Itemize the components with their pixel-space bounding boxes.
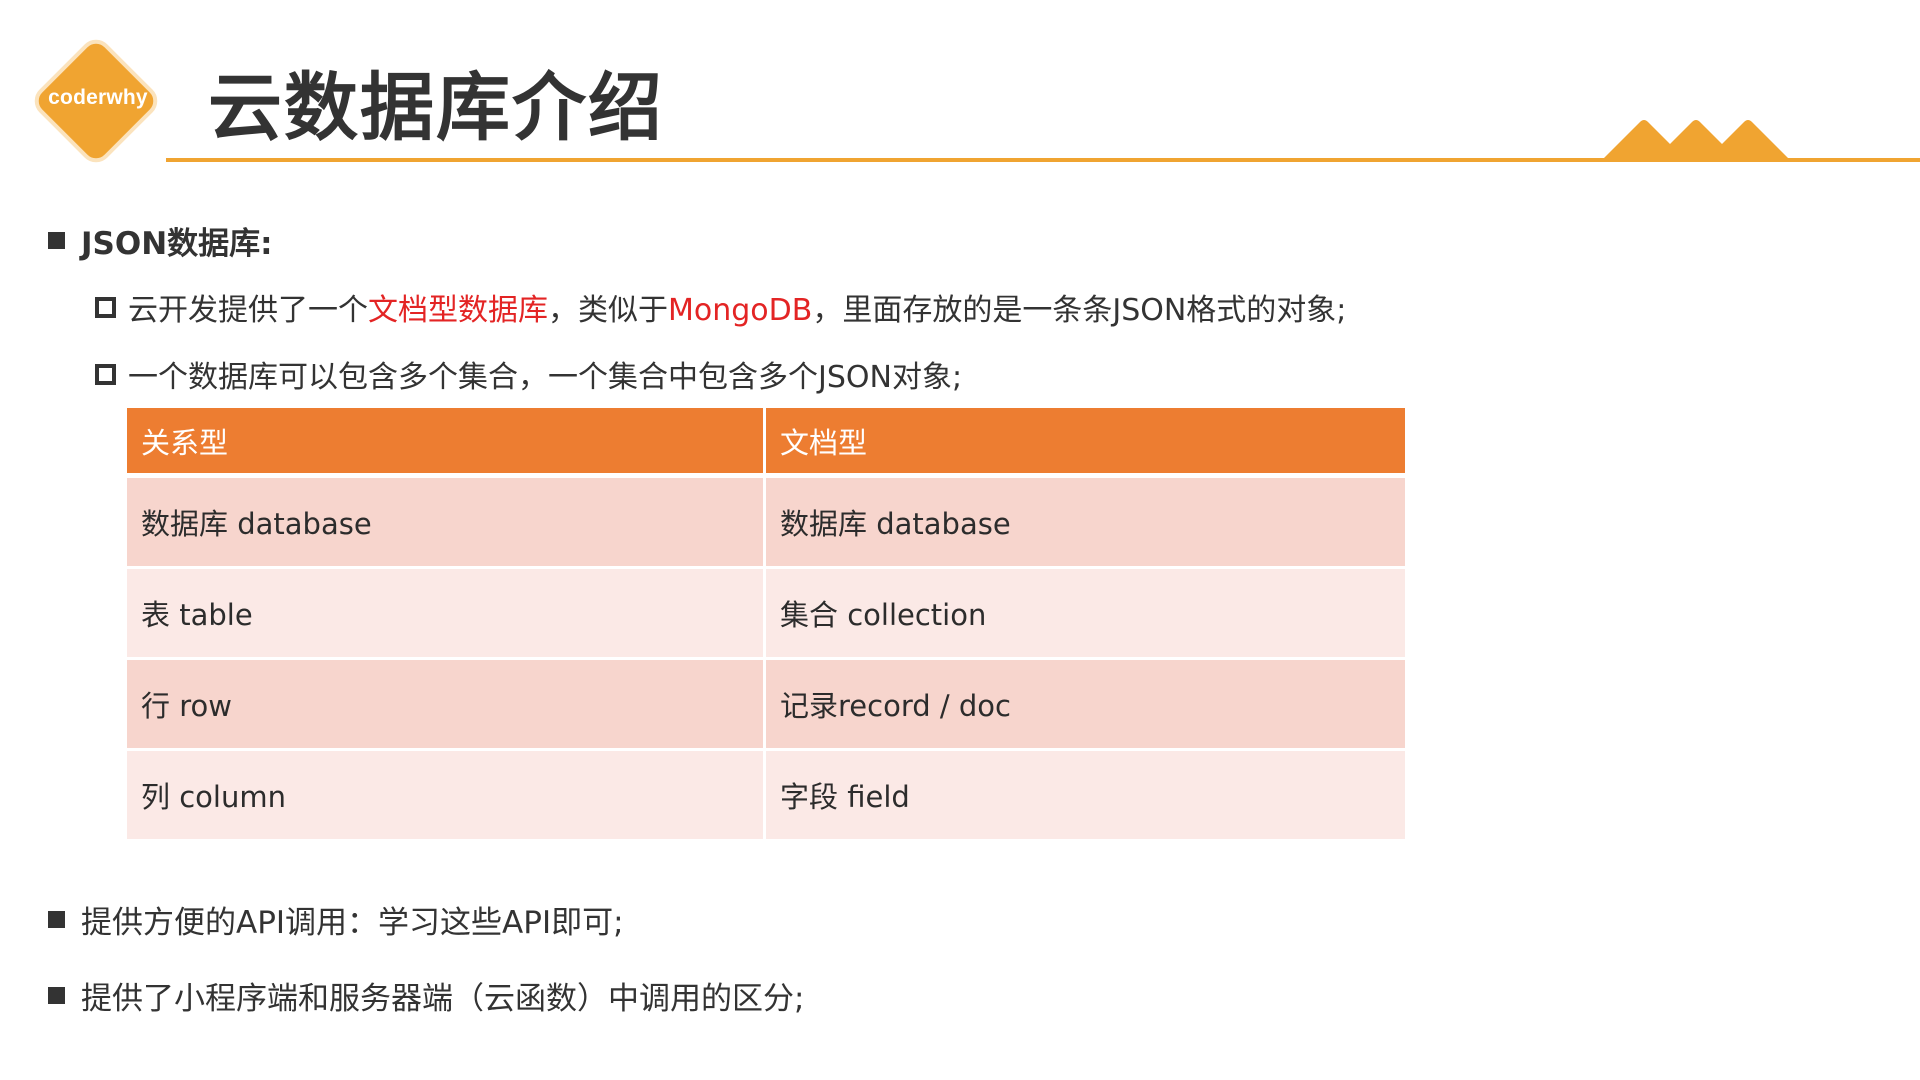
hollow-square-bullet-icon bbox=[95, 363, 116, 385]
comparison-table: 关系型 文档型 数据库 database 数据库 database 表 tabl… bbox=[127, 408, 1405, 842]
client-server-text: 提供了小程序端和服务器端（云函数）中调用的区分; bbox=[81, 981, 805, 1017]
sub-item-1-part2: ，类似于 bbox=[548, 293, 668, 328]
table-cell: 记录record / doc bbox=[766, 660, 1405, 751]
bullet-client-server: 提供了小程序端和服务器端（云函数）中调用的区分; bbox=[48, 973, 804, 1018]
highlight-mongodb: MongoDB bbox=[668, 293, 813, 328]
header-relational: 关系型 bbox=[127, 408, 766, 478]
table-row: 数据库 database 数据库 database bbox=[127, 478, 1405, 569]
api-calls-text: 提供方便的API调用：学习这些API即可; bbox=[81, 905, 624, 941]
table-header-row: 关系型 文档型 bbox=[127, 408, 1405, 478]
table-row: 列 column 字段 field bbox=[127, 751, 1405, 842]
sub-bullet-collections: 一个数据库可以包含多个集合，一个集合中包含多个JSON对象; bbox=[95, 352, 962, 396]
highlight-document-db: 文档型数据库 bbox=[368, 293, 548, 328]
table-cell: 列 column bbox=[127, 751, 766, 842]
table-cell: 表 table bbox=[127, 569, 766, 660]
header-document: 文档型 bbox=[766, 408, 1405, 478]
sub-item-1-part3: ，里面存放的是一条条JSON格式的对象; bbox=[812, 293, 1347, 328]
square-bullet-icon bbox=[48, 987, 65, 1004]
logo-text: coderwhy bbox=[48, 86, 148, 109]
page-title: 云数据库介绍 bbox=[208, 65, 664, 151]
coderwhy-logo: coderwhy bbox=[28, 33, 164, 169]
square-bullet-icon bbox=[48, 232, 65, 249]
table-row: 表 table 集合 collection bbox=[127, 569, 1405, 660]
table-cell: 集合 collection bbox=[766, 569, 1405, 660]
table-cell: 数据库 database bbox=[127, 478, 766, 569]
square-bullet-icon bbox=[48, 911, 65, 928]
table-cell: 字段 field bbox=[766, 751, 1405, 842]
bullet-api-calls: 提供方便的API调用：学习这些API即可; bbox=[48, 897, 624, 942]
table-cell: 行 row bbox=[127, 660, 766, 751]
table-cell: 数据库 database bbox=[766, 478, 1405, 569]
sub-item-1-part1: 云开发提供了一个 bbox=[128, 293, 368, 328]
json-database-heading: JSON数据库: bbox=[81, 226, 273, 262]
sub-item-1-text: 云开发提供了一个文档型数据库，类似于MongoDB，里面存放的是一条条JSON格… bbox=[128, 285, 1346, 329]
sub-bullet-document-db: 云开发提供了一个文档型数据库，类似于MongoDB，里面存放的是一条条JSON格… bbox=[95, 285, 1346, 329]
mountains-decoration bbox=[1600, 120, 1792, 162]
bullet-json-database: JSON数据库: bbox=[48, 218, 273, 263]
table-row: 行 row 记录record / doc bbox=[127, 660, 1405, 751]
sub-item-2-text: 一个数据库可以包含多个集合，一个集合中包含多个JSON对象; bbox=[128, 360, 963, 395]
hollow-square-bullet-icon bbox=[95, 296, 116, 318]
